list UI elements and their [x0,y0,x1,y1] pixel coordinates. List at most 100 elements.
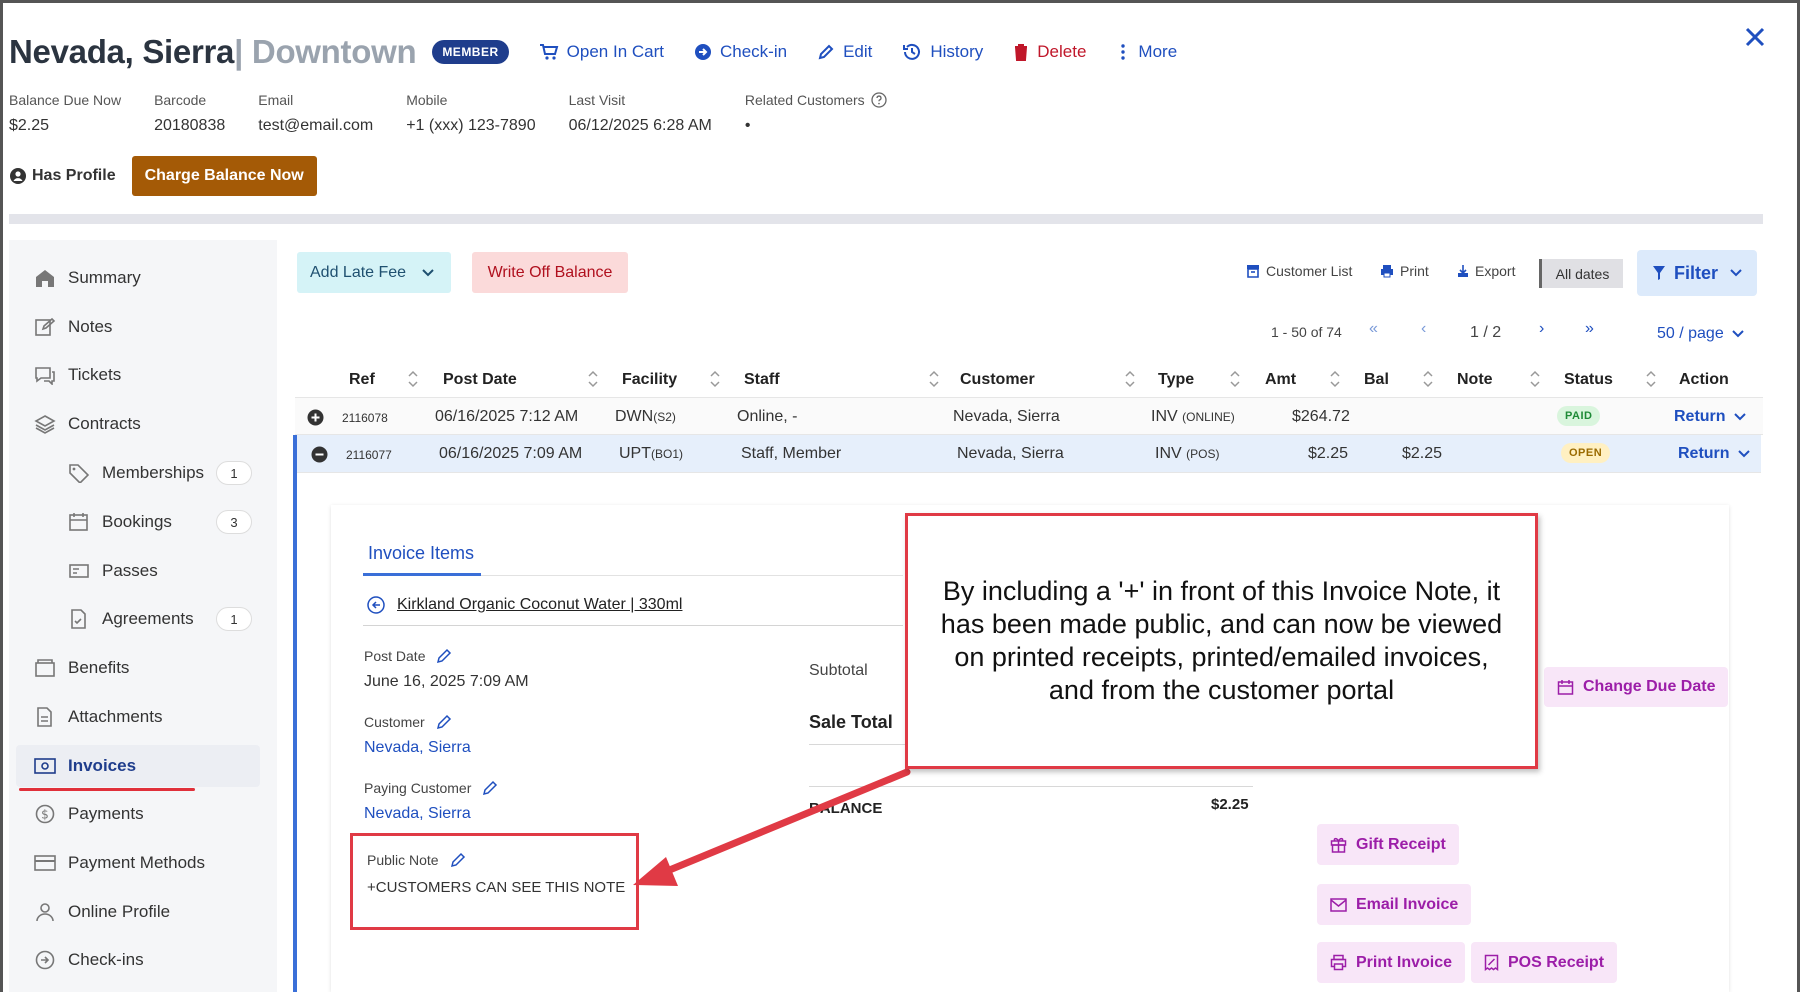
row-ref: 2116077 [346,448,392,462]
pos-receipt-button[interactable]: POS Receipt [1471,942,1618,983]
sidebar-item-label: Bookings [102,512,172,531]
column-header-facility[interactable]: Facility [622,371,677,389]
sidebar-item-agreements[interactable]: Agreements 1 [68,607,252,631]
add-late-fee-button[interactable]: Add Late Fee [297,252,451,293]
sort-icon[interactable] [709,368,721,390]
export-button[interactable]: Export [1457,263,1515,279]
status-paid: PAID [1557,406,1601,426]
sidebar-item-memberships[interactable]: Memberships 1 [68,461,252,485]
column-header-customer[interactable]: Customer [960,371,1035,389]
pencil-icon[interactable] [435,713,453,731]
prev-page-icon[interactable]: ‹ [1421,320,1426,338]
email-invoice-button[interactable]: Email Invoice [1317,884,1472,925]
customer-link[interactable]: Nevada, Sierra [364,739,471,757]
email-info: Email test@email.com [258,92,373,135]
customer-label: Customer [364,714,425,730]
column-header-ref[interactable]: Ref [349,371,375,389]
table-row[interactable]: 2116077 06/16/2025 7:09 AM UPT(BO1) Staf… [293,435,1761,473]
annotation-callout: By including a '+' in front of this Invo… [905,513,1538,769]
print-button[interactable]: Print [1380,263,1429,279]
sidebar-item-benefits[interactable]: Benefits [34,658,129,678]
edit-label: Edit [843,42,873,61]
facility-sub: (BO1) [651,447,684,461]
help-icon[interactable] [871,92,887,108]
gift-receipt-button[interactable]: Gift Receipt [1317,824,1459,865]
column-header-amt[interactable]: Amt [1265,371,1296,389]
pos-receipt-label: POS Receipt [1508,953,1605,971]
customer-info: Balance Due Now $2.25 Barcode 20180838 E… [9,92,920,135]
tab-invoice-items[interactable]: Invoice Items [368,543,474,564]
invoice-item-link[interactable]: Kirkland Organic Coconut Water | 330ml [367,596,682,614]
column-header-post-date[interactable]: Post Date [443,371,517,389]
pencil-icon[interactable] [481,779,499,797]
export-label: Export [1475,263,1516,279]
sidebar-item-summary[interactable]: Summary [34,268,141,288]
sidebar-item-bookings[interactable]: Bookings 3 [68,510,252,534]
sort-icon[interactable] [587,368,599,390]
sidebar-item-attachments[interactable]: Attachments [34,707,163,727]
print-invoice-button[interactable]: Print Invoice [1317,942,1466,983]
change-due-date-button[interactable]: Change Due Date [1544,667,1729,707]
write-off-balance-button[interactable]: Write Off Balance [472,252,628,293]
collapse-row-icon[interactable] [311,446,328,463]
pencil-icon[interactable] [435,647,453,665]
sort-icon[interactable] [1645,368,1657,390]
archive-icon [1247,265,1259,278]
sort-icon[interactable] [1529,368,1541,390]
row-return-button[interactable]: Return [1678,445,1750,463]
last-visit-label: Last Visit [568,92,626,108]
sidebar-item-passes[interactable]: Passes [68,561,158,581]
sidebar-item-contracts[interactable]: Contracts [34,414,141,434]
balance-summary-value: $2.25 [1211,796,1249,813]
check-in-button[interactable]: Check-in [694,42,787,62]
sort-icon[interactable] [407,368,419,390]
delete-button[interactable]: Delete [1013,42,1086,62]
all-dates-button[interactable]: All dates [1539,259,1623,288]
barcode-info: Barcode 20180838 [154,92,225,135]
table-row[interactable]: 2116078 06/16/2025 7:12 AM DWN(S2) Onlin… [295,397,1763,435]
print-label: Print [1400,263,1429,279]
column-header-staff[interactable]: Staff [744,371,780,389]
customer-list-button[interactable]: Customer List [1246,263,1352,279]
sidebar-item-invoices[interactable]: Invoices [34,756,136,776]
sidebar-item-notes[interactable]: Notes [34,317,112,337]
sidebar-item-check-ins[interactable]: Check-ins [34,950,144,970]
column-header-note[interactable]: Note [1457,371,1493,389]
email-label: Email [258,92,294,108]
calendar-icon [1557,679,1574,695]
last-page-icon[interactable]: » [1585,320,1594,338]
edit-button[interactable]: Edit [817,42,872,62]
sort-icon[interactable] [1422,368,1434,390]
sidebar-item-tickets[interactable]: Tickets [34,365,121,385]
more-button[interactable]: More [1116,42,1177,62]
column-header-bal[interactable]: Bal [1364,371,1389,389]
row-return-button[interactable]: Return [1674,408,1746,426]
filter-button[interactable]: Filter [1637,250,1757,296]
per-page-select[interactable]: 50 / page [1657,325,1744,343]
expand-row-icon[interactable] [307,409,324,426]
sidebar-item-online-profile[interactable]: Online Profile [34,902,170,922]
mobile-info: Mobile +1 (xxx) 123-7890 [406,92,535,135]
print-invoice-label: Print Invoice [1356,953,1453,971]
sort-icon[interactable] [928,368,940,390]
user-circle-icon [10,168,26,184]
sort-icon[interactable] [1124,368,1136,390]
sidebar-item-payment-methods[interactable]: Payment Methods [34,853,205,873]
column-header-status[interactable]: Status [1564,371,1613,389]
first-page-icon[interactable]: « [1369,320,1378,338]
sort-icon[interactable] [1329,368,1341,390]
column-header-type[interactable]: Type [1158,371,1194,389]
row-staff: Online, - [737,408,798,425]
charge-balance-button[interactable]: Charge Balance Now [131,156,317,196]
sort-icon[interactable] [1229,368,1241,390]
paying-customer-link[interactable]: Nevada, Sierra [364,805,471,823]
open-in-cart-button[interactable]: Open In Cart [539,42,664,62]
close-icon[interactable] [1740,22,1770,52]
sidebar-item-payments[interactable]: $ Payments [34,804,144,824]
history-button[interactable]: History [902,42,983,62]
return-label: Return [1678,445,1730,462]
history-label: History [930,42,984,61]
sidebar-item-label: Payment Methods [68,853,206,872]
change-due-date-label: Change Due Date [1583,678,1716,695]
next-page-icon[interactable]: › [1539,320,1544,338]
